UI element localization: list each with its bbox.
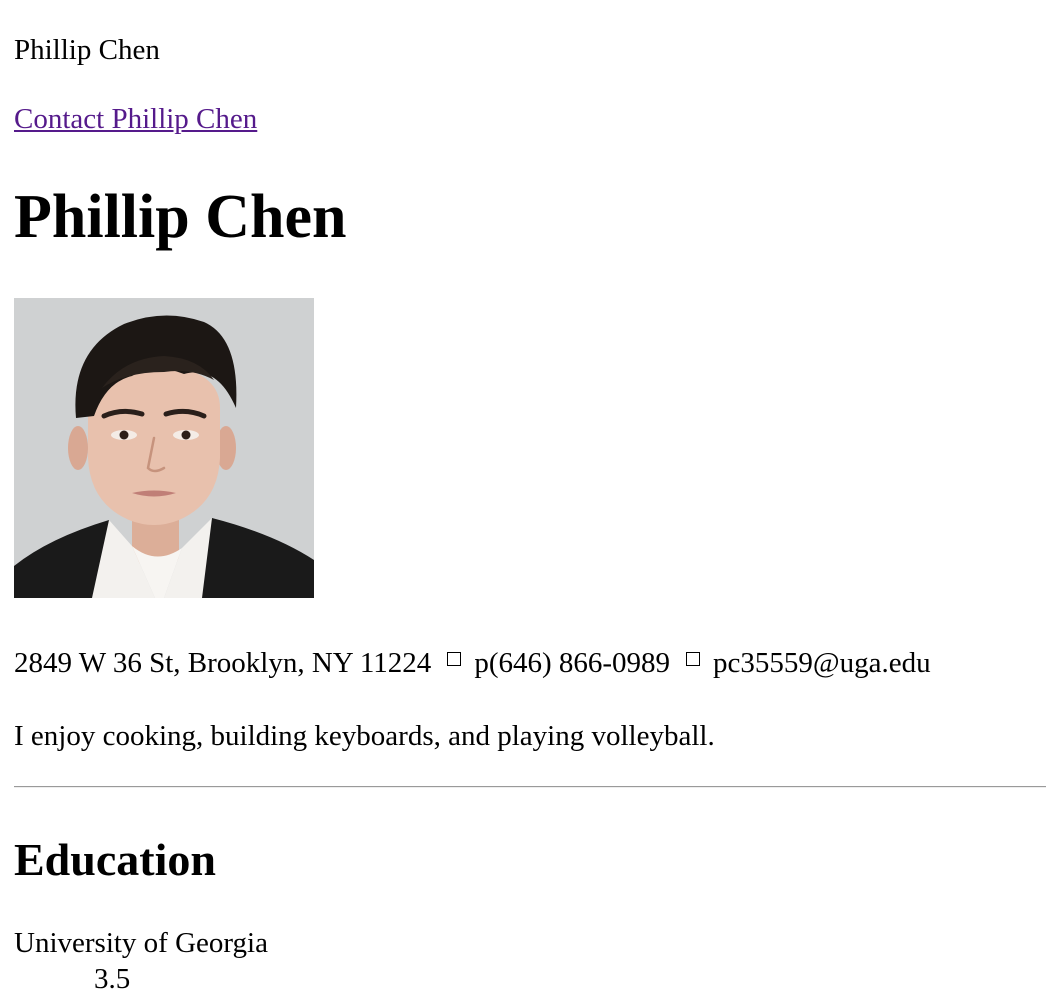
contact-link[interactable]: Contact Phillip Chen [14,102,257,137]
site-name: Phillip Chen [14,34,160,66]
education-heading: Education [14,834,216,885]
page-title: Phillip Chen [14,183,347,251]
gpa: 3.5 [94,963,131,995]
school-name: University of Georgia [14,927,268,959]
contact-line: 2849 W 36 St, Brooklyn, NY 11224 p(646) 8… [14,646,931,681]
bio: I enjoy cooking, building keyboards, and… [14,720,715,752]
section-divider [14,786,1046,788]
portrait-photo [14,298,314,598]
email: pc35559@uga.edu [713,647,931,679]
address: 2849 W 36 St, Brooklyn, NY 11224 [14,647,432,679]
box-separator-icon [447,652,462,666]
phone: p(646) 866-0989 [474,647,671,679]
box-separator-icon [686,652,701,666]
